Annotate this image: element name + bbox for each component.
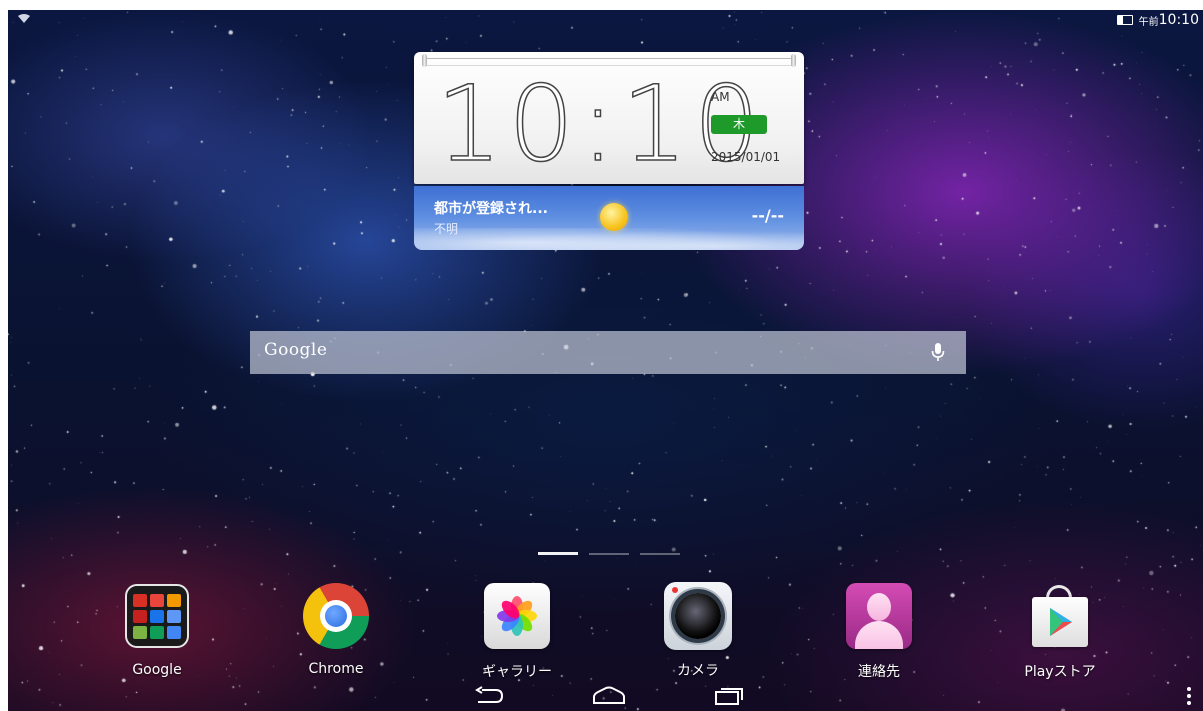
contacts-icon[interactable] [843, 583, 915, 655]
clock-card[interactable]: 10:10 AM 木 2015/01/01 [414, 52, 804, 184]
page-indicator-2[interactable] [589, 553, 629, 555]
weather-city: 都市が登録され... [434, 201, 548, 217]
weather-condition: 不明 [434, 222, 459, 236]
google-logo: Google [264, 340, 328, 360]
wifi-signal-icon [18, 14, 30, 27]
chrome-icon[interactable] [300, 583, 372, 655]
dock-app-camera[interactable]: カメラ [638, 580, 758, 680]
dock-app-chrome[interactable]: Chrome [276, 580, 396, 677]
battery-icon [1116, 15, 1133, 25]
weather-temperature: --/-- [751, 206, 784, 225]
clock-ampm: AM [711, 90, 730, 104]
page-indicator-1[interactable] [538, 552, 578, 555]
back-icon[interactable] [474, 686, 504, 710]
google-search-bar[interactable]: Google [250, 331, 966, 374]
dock-label-google: Google [132, 662, 182, 678]
google-folder-icon[interactable] [121, 584, 193, 656]
dock-label-camera: カメラ [677, 663, 719, 679]
dock-label-gallery: ギャラリー [482, 664, 552, 680]
status-bar-right: 午前 10:10 [1116, 12, 1199, 28]
clock-day-badge: 木 [711, 115, 767, 134]
dock-app-contacts[interactable]: 連絡先 [819, 580, 939, 681]
status-time: 10:10 [1158, 12, 1199, 28]
clock-pin-left [422, 54, 427, 67]
clock-pin-right [791, 54, 796, 67]
home-icon[interactable] [592, 686, 626, 710]
overflow-menu-icon[interactable] [1186, 686, 1192, 710]
weather-card[interactable]: 都市が登録され... 不明 --/-- [414, 186, 804, 250]
clock-date: 2015/01/01 [711, 150, 781, 164]
home-screen: 午前 10:10 10:10 AM 木 2015/01/01 都市が登録され..… [8, 10, 1203, 711]
dock-app-play-store[interactable]: Playストア [1000, 580, 1120, 681]
clock-time: 10:10 [435, 63, 766, 185]
dock-app-google[interactable]: Google [97, 580, 217, 678]
gallery-icon[interactable] [481, 583, 553, 655]
dock-label-chrome: Chrome [308, 661, 364, 677]
play-store-icon[interactable] [1024, 583, 1096, 655]
clock-weather-widget[interactable]: 10:10 AM 木 2015/01/01 都市が登録され... 不明 --/-… [414, 52, 804, 252]
dock-label-contacts: 連絡先 [858, 664, 900, 680]
page-indicator-3[interactable] [640, 553, 680, 555]
microphone-icon[interactable] [930, 342, 946, 364]
dock-label-play-store: Playストア [1024, 664, 1096, 680]
recent-apps-icon[interactable] [714, 686, 744, 710]
sun-icon [600, 203, 628, 231]
camera-icon[interactable] [662, 582, 734, 654]
status-ampm: 午前 [1138, 16, 1159, 28]
dock-app-gallery[interactable]: ギャラリー [457, 580, 577, 681]
